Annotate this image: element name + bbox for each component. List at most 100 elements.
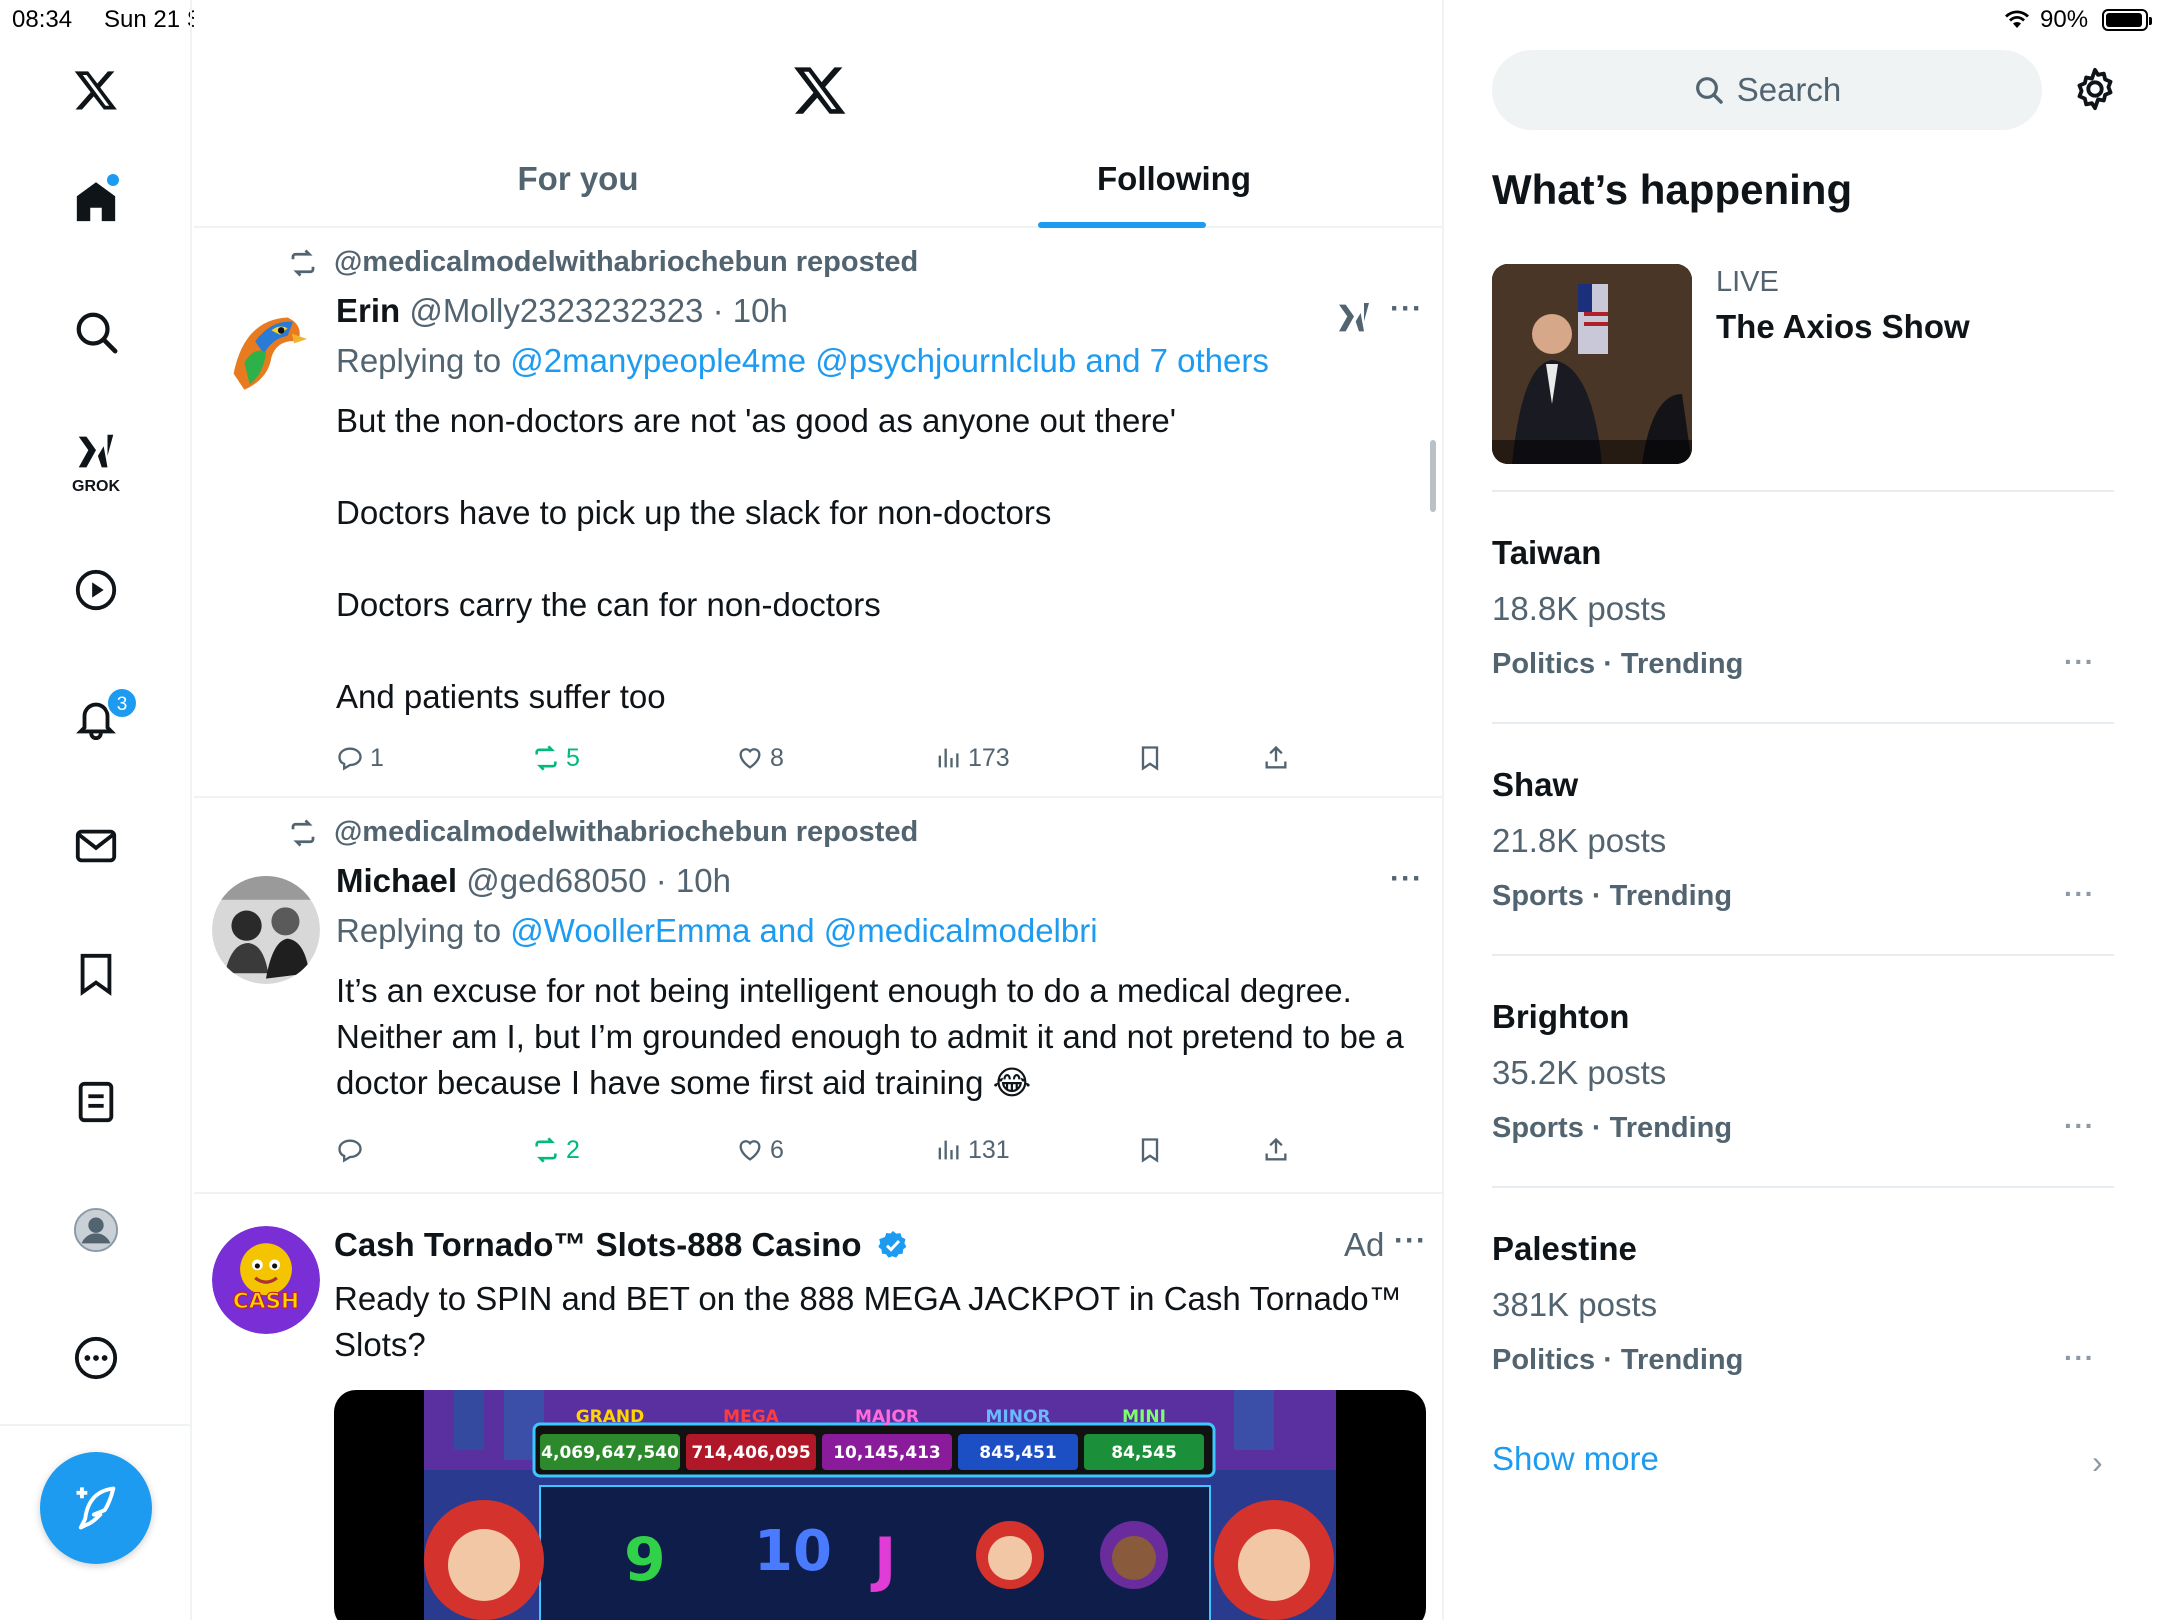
section-divider [1492, 490, 2114, 492]
trend-post-count: 35.2K posts [1492, 1054, 1667, 1091]
heart-icon [739, 748, 761, 769]
jackpot-minor-value: 845,451 [979, 1443, 1056, 1463]
trend-more-icon[interactable]: ··· [2064, 878, 2095, 910]
show-more-link[interactable]: Show more [1492, 1440, 1659, 1478]
chevron-right-icon: › [2092, 1444, 2103, 1480]
search-input[interactable]: Search [1492, 50, 2042, 130]
grok-icon[interactable] [66, 422, 126, 482]
video-play-icon[interactable] [66, 560, 126, 620]
view-count: 131 [968, 1135, 1010, 1164]
tab-for-you[interactable]: For you [438, 160, 718, 198]
replying-to: Replying to @2manypeople4me @psychjournl… [336, 342, 1269, 380]
timeline-header: For you Following [194, 0, 1442, 228]
post-erin[interactable]: @medicalmodelwithabriochebun reposted Er… [194, 230, 1442, 798]
trend-name[interactable]: Taiwan [1492, 534, 1601, 572]
grok-explain-icon[interactable] [1334, 298, 1374, 338]
like-count: 6 [770, 1135, 784, 1164]
repost-button[interactable]: 5 [532, 738, 580, 778]
trend-more-icon[interactable]: ··· [2064, 1342, 2095, 1374]
avatar[interactable] [212, 876, 320, 984]
live-event-title[interactable]: The Axios Show [1716, 308, 1970, 346]
tab-following[interactable]: Following [1034, 160, 1314, 198]
post-more-icon[interactable]: ··· [1390, 862, 1423, 896]
views-button[interactable]: 173 [934, 738, 1010, 778]
replying-to-links[interactable]: @2manypeople4me @psychjournlclub and 7 o… [510, 342, 1269, 379]
repost-indicator: @medicalmodelwithabriochebun reposted [286, 816, 918, 849]
trend-category: Sports · Trending [1492, 880, 1733, 912]
x-logo-header-icon[interactable] [792, 62, 848, 118]
views-chart-icon [938, 748, 959, 768]
post-text-line [336, 536, 1416, 582]
x-logo-icon[interactable] [66, 60, 126, 120]
trend-name[interactable]: Shaw [1492, 766, 1578, 804]
post-text-line: But the non-doctors are not 'as good as … [336, 402, 1177, 439]
post-text: It’s an excuse for not being intelligent… [336, 968, 1416, 1106]
repost-icon [535, 745, 557, 771]
timeline-scrollbar[interactable] [1430, 440, 1436, 512]
ad-media-image[interactable]: GRAND 4,069,647,540 MEGA 714,406,095 MAJ… [334, 1390, 1426, 1620]
profile-avatar-icon[interactable] [66, 1200, 126, 1260]
search-icon[interactable] [66, 302, 126, 362]
settings-gear-icon[interactable] [2072, 66, 2118, 112]
trend-more-icon[interactable]: ··· [2064, 646, 2095, 678]
jackpot-major-value: 10,145,413 [833, 1443, 941, 1463]
author-handle[interactable]: @ged68050 [466, 862, 646, 899]
like-button[interactable]: 8 [736, 738, 784, 778]
repost-indicator: @medicalmodelwithabriochebun reposted [286, 246, 918, 279]
trend-name[interactable]: Brighton [1492, 998, 1629, 1036]
messages-envelope-icon[interactable] [66, 816, 126, 876]
views-chart-icon [938, 1140, 959, 1160]
advertiser-avatar[interactable]: CASH [212, 1226, 320, 1334]
trend-post-count: 21.8K posts [1492, 822, 1667, 859]
post-more-icon[interactable]: ··· [1390, 292, 1423, 326]
avatar[interactable] [212, 298, 320, 406]
views-button[interactable]: 131 [934, 1130, 1010, 1170]
author-name[interactable]: Michael [336, 862, 457, 899]
bookmarks-icon[interactable] [66, 944, 126, 1004]
replying-to: Replying to @WoollerEmma and @medicalmod… [336, 912, 1098, 950]
post-text-line: It’s an excuse for not being intelligent… [336, 972, 1404, 1101]
trend-category: Politics · Trending [1492, 1344, 1744, 1376]
jackpot-mega-label: MEGA [723, 1407, 779, 1427]
repost-icon [535, 1137, 557, 1163]
live-label: LIVE [1716, 266, 1779, 298]
section-divider [1492, 954, 2114, 956]
compose-post-button[interactable] [40, 1452, 152, 1564]
share-button[interactable] [1262, 1130, 1290, 1170]
like-button[interactable]: 6 [736, 1130, 784, 1170]
live-event-thumbnail[interactable] [1492, 264, 1692, 464]
lists-icon[interactable] [66, 1072, 126, 1132]
reply-button[interactable]: 1 [336, 738, 384, 778]
trend-post-count: 381K posts [1492, 1286, 1658, 1323]
bookmark-button[interactable] [1136, 738, 1164, 778]
reply-button[interactable] [336, 1130, 370, 1170]
svg-text:10: 10 [754, 1519, 832, 1584]
search-icon [1695, 77, 1723, 104]
more-options-icon[interactable] [66, 1328, 126, 1388]
post-text-line [336, 444, 1416, 490]
author-handle[interactable]: @Molly2323232323 [409, 292, 703, 329]
trend-more-icon[interactable]: ··· [2064, 1110, 2095, 1142]
bookmark-button[interactable] [1136, 1130, 1164, 1170]
advertiser-name[interactable]: Cash Tornado™ Slots-888 Casino [334, 1226, 861, 1263]
repost-count: 5 [566, 743, 580, 772]
reply-icon [338, 747, 362, 771]
repost-button[interactable]: 2 [532, 1130, 580, 1170]
trend-name[interactable]: Palestine [1492, 1230, 1637, 1268]
replying-prefix: Replying to [336, 912, 502, 949]
reposted-by[interactable]: @medicalmodelwithabriochebun reposted [334, 246, 918, 279]
like-count: 8 [770, 743, 784, 772]
share-button[interactable] [1262, 738, 1290, 778]
share-icon [1265, 1137, 1287, 1161]
repost-icon [291, 819, 315, 846]
nav-divider [0, 1424, 192, 1426]
post-michael[interactable]: @medicalmodelwithabriochebun reposted Mi… [194, 800, 1442, 1194]
author-name[interactable]: Erin [336, 292, 400, 329]
bookmark-icon [1141, 1138, 1159, 1163]
share-icon [1265, 745, 1287, 769]
ad-header: Cash Tornado™ Slots-888 Casino [334, 1226, 909, 1264]
replying-to-links[interactable]: @WoollerEmma and @medicalmodelbri [510, 912, 1097, 949]
jackpot-grand-value: 4,069,647,540 [541, 1443, 679, 1463]
ad-more-icon[interactable]: ··· [1394, 1224, 1427, 1258]
reposted-by[interactable]: @medicalmodelwithabriochebun reposted [334, 816, 918, 849]
